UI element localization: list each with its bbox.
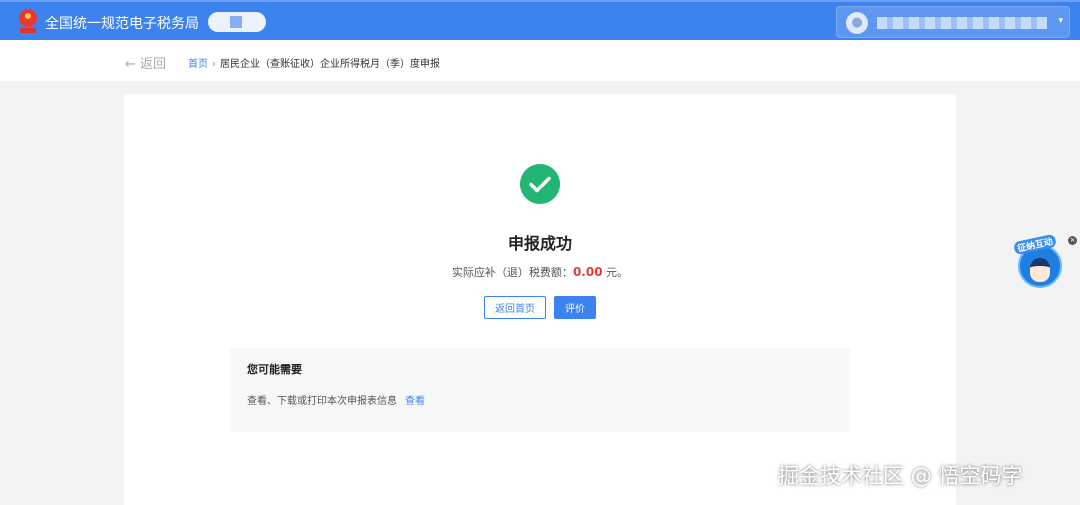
tax-emblem-icon (19, 9, 37, 33)
result-card: 申报成功 实际应补（退）税费额：0.00 元。 返回首页 评价 您可能需要 查看… (124, 94, 956, 505)
arrow-left-icon: ← (125, 57, 136, 72)
suggestion-text: 查看、下载或打印本次申报表信息 (247, 396, 397, 407)
assistant-avatar-icon (1030, 258, 1050, 282)
view-link[interactable]: 查看 (405, 396, 425, 407)
suggestions-title: 您可能需要 (247, 363, 302, 376)
breadcrumb-home[interactable]: 首页 (188, 59, 208, 70)
amount-unit: 元。 (602, 266, 629, 279)
success-check-icon (520, 164, 560, 204)
result-title: 申报成功 (507, 234, 572, 253)
amount-label: 实际应补（退）税费额： (451, 266, 573, 279)
close-widget-icon[interactable]: × (1068, 236, 1077, 245)
suggestions-panel: 您可能需要 查看、下载或打印本次申报表信息 查看 (230, 348, 850, 432)
caret-down-icon: ▾ (1058, 16, 1063, 26)
return-home-button[interactable]: 返回首页 (484, 296, 546, 319)
back-label: 返回 (140, 57, 167, 72)
user-menu[interactable]: ● ▾ (836, 6, 1070, 38)
user-avatar-icon: ● (846, 12, 868, 34)
amount-value: 0.00 (572, 265, 603, 279)
top-bar: 全国统一规范电子税务局 ● ▾ (0, 0, 1080, 40)
user-name-blurred (877, 17, 1047, 29)
chevron-right-icon: › (212, 59, 216, 70)
rate-button[interactable]: 评价 (554, 296, 596, 319)
suggestion-item: 查看、下载或打印本次申报表信息 查看 (247, 392, 425, 407)
back-button[interactable]: ← 返回 (125, 53, 166, 72)
tax-amount: 实际应补（退）税费额：0.00 元。 (124, 264, 956, 280)
breadcrumb-current: 居民企业（查账征收）企业所得税月（季）度申报 (220, 59, 440, 70)
breadcrumb: 首页 › 居民企业（查账征收）企业所得税月（季）度申报 (188, 55, 440, 70)
region-badge (208, 12, 266, 32)
watermark: 掘金技术社区 @ 悟空码字 (778, 464, 1023, 488)
site-title: 全国统一规范电子税务局 (45, 16, 199, 32)
